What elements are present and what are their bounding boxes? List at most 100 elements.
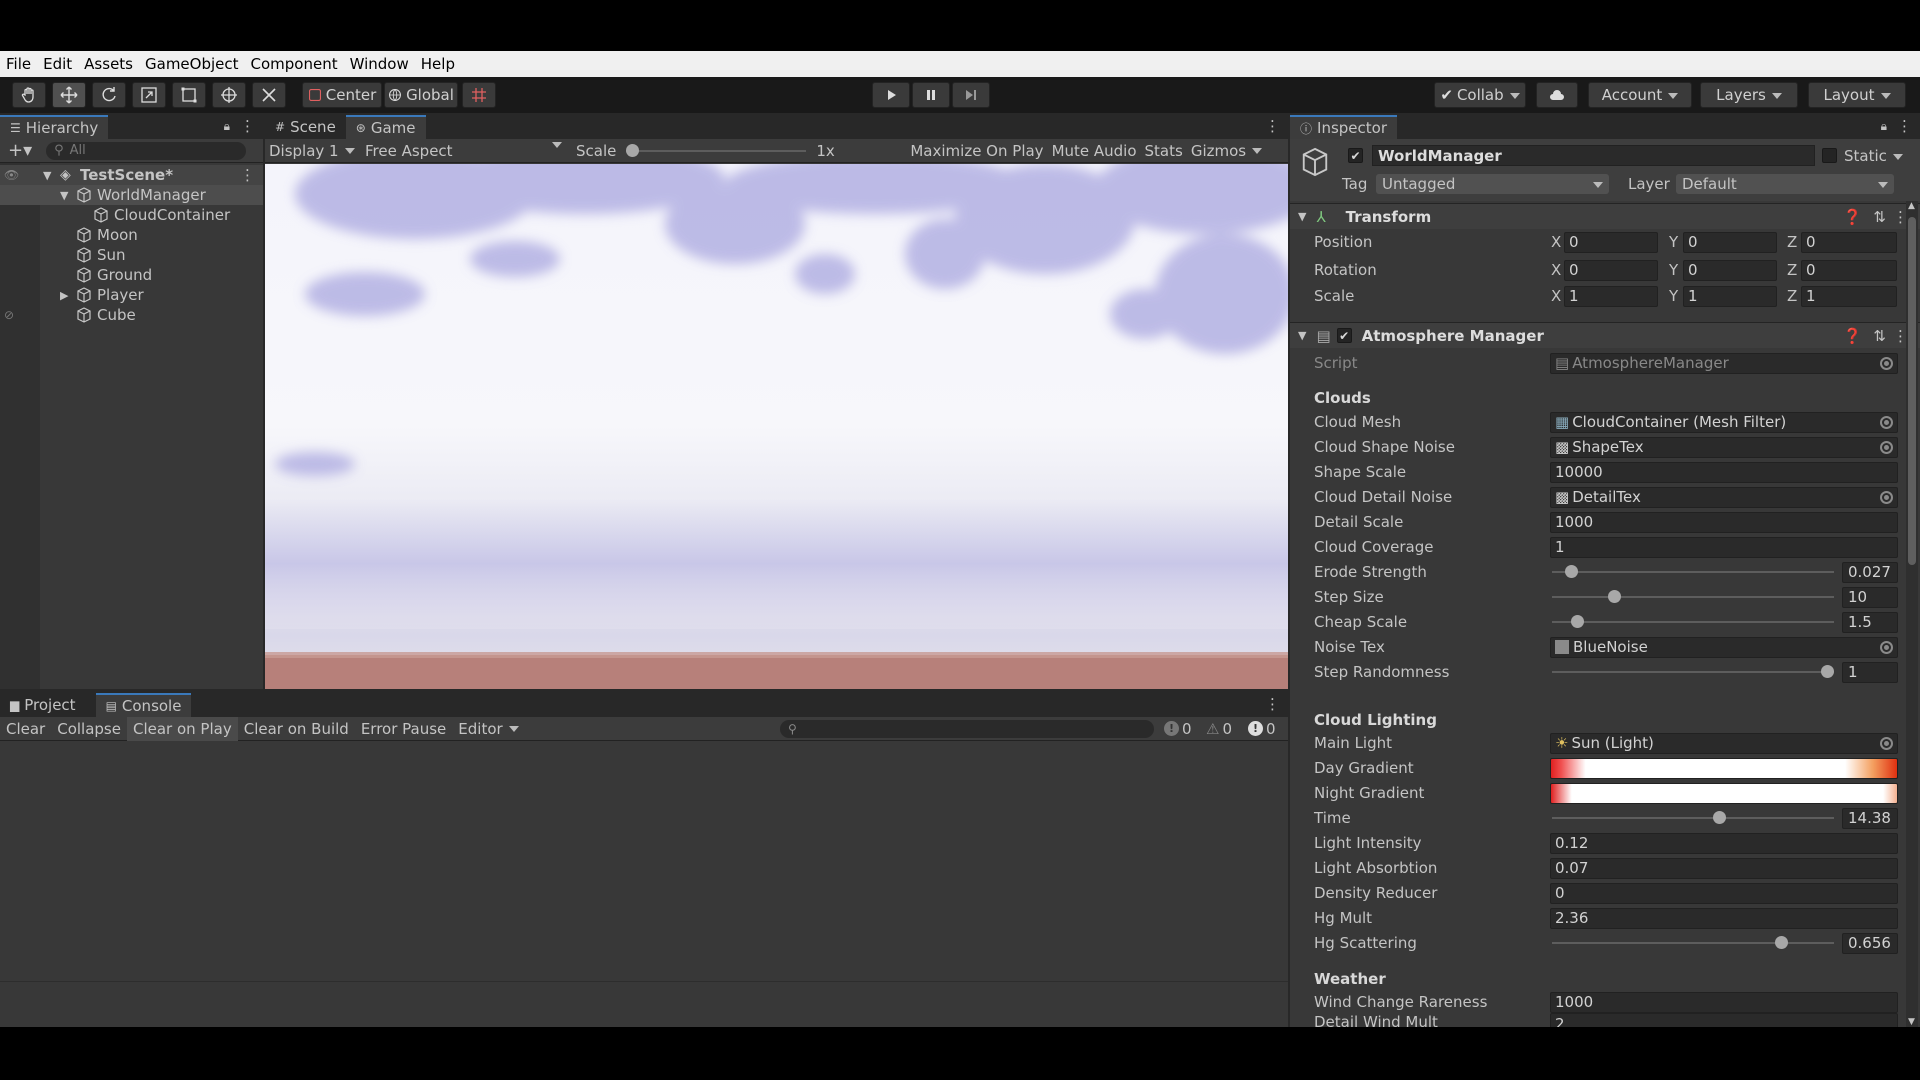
more-icon[interactable]: ⋮	[1265, 695, 1280, 713]
add-icon[interactable]: +▾	[8, 140, 32, 161]
object-picker-icon[interactable]	[1880, 490, 1893, 504]
component-enabled-checkbox[interactable]: ✔	[1336, 328, 1352, 343]
active-checkbox[interactable]: ✔	[1348, 148, 1363, 163]
pause-button[interactable]	[912, 82, 950, 108]
density-reducer-field[interactable]: 0	[1550, 882, 1898, 904]
info-count-toggle[interactable]: ! 0	[1164, 720, 1192, 738]
foldout-closed-icon[interactable]: ▶	[60, 289, 68, 302]
pivot-mode-button[interactable]: Center	[302, 82, 382, 108]
static-dropdown[interactable]: Static	[1844, 147, 1903, 165]
preset-icon[interactable]: ⇅	[1873, 208, 1886, 226]
more-icon[interactable]: ⋮	[1265, 117, 1280, 135]
more-icon[interactable]: ⋮	[1897, 117, 1912, 135]
custom-tool-button[interactable]	[252, 82, 286, 108]
menu-assets[interactable]: Assets	[78, 55, 139, 73]
gizmos-dropdown[interactable]: Gizmos	[1187, 142, 1266, 160]
static-checkbox[interactable]	[1822, 148, 1837, 163]
aspect-dropdown[interactable]: Free Aspect	[361, 142, 566, 160]
collab-dropdown[interactable]: ✔ Collab	[1434, 82, 1526, 108]
foldout-open-icon[interactable]: ▼	[43, 169, 51, 182]
menu-help[interactable]: Help	[415, 55, 461, 73]
day-gradient-field[interactable]	[1550, 757, 1898, 779]
time-field[interactable]: 14.38	[1842, 807, 1898, 829]
slider-thumb[interactable]	[1570, 615, 1584, 628]
light-absorption-field[interactable]: 0.07	[1550, 857, 1898, 879]
layer-dropdown[interactable]: Default	[1676, 174, 1894, 194]
object-picker-icon[interactable]	[1880, 640, 1893, 654]
object-picker-icon[interactable]	[1880, 415, 1893, 429]
help-icon[interactable]: ❓	[1843, 208, 1862, 226]
error-pause-toggle[interactable]: Error Pause	[355, 717, 452, 741]
menu-window[interactable]: Window	[344, 55, 415, 73]
clear-on-build-toggle[interactable]: Clear on Build	[238, 717, 355, 741]
hg-scattering-slider[interactable]	[1552, 933, 1834, 953]
grid-snap-button[interactable]	[462, 82, 496, 108]
inspector-scrollbar[interactable]: ▲ ▼	[1906, 201, 1918, 1027]
mute-toggle[interactable]: Mute Audio	[1048, 142, 1141, 160]
scale-x-field[interactable]: 1	[1564, 285, 1658, 307]
pivot-space-button[interactable]: Global	[384, 82, 458, 108]
step-size-field[interactable]: 10	[1842, 586, 1898, 608]
hierarchy-item-player[interactable]: ▶ Player	[0, 285, 263, 305]
cloud-button[interactable]	[1536, 82, 1578, 108]
rotation-z-field[interactable]: 0	[1801, 259, 1897, 281]
layout-dropdown[interactable]: Layout	[1808, 82, 1906, 108]
hierarchy-search[interactable]: ⚲ All	[46, 141, 247, 160]
foldout-open-icon[interactable]: ▼	[1298, 329, 1306, 342]
step-size-slider[interactable]	[1552, 587, 1834, 607]
rotation-y-field[interactable]: 0	[1683, 259, 1777, 281]
lock-icon[interactable]: 🔒︎	[224, 119, 230, 134]
cheap-scale-slider[interactable]	[1552, 612, 1834, 632]
slider-thumb[interactable]	[1608, 590, 1622, 603]
slider-thumb[interactable]	[1713, 811, 1727, 824]
step-randomness-field[interactable]: 1	[1842, 661, 1898, 683]
step-randomness-slider[interactable]	[1552, 662, 1834, 682]
maximize-toggle[interactable]: Maximize On Play	[906, 142, 1047, 160]
clear-on-play-toggle[interactable]: Clear on Play	[126, 716, 238, 741]
menu-component[interactable]: Component	[245, 55, 344, 73]
collapse-toggle[interactable]: Collapse	[51, 717, 127, 741]
scale-z-field[interactable]: 1	[1801, 285, 1897, 307]
scrollbar-thumb[interactable]	[1908, 217, 1916, 565]
wind-change-rareness-field[interactable]: 1000	[1550, 991, 1898, 1013]
atmosphere-manager-header[interactable]: ▼ ▤ ✔ Atmosphere Manager ❓ ⇅ ⋮	[1290, 322, 1920, 348]
more-icon[interactable]: ⋮	[240, 117, 255, 135]
transform-tool-button[interactable]	[212, 82, 246, 108]
clear-button[interactable]: Clear	[0, 717, 51, 741]
erode-strength-slider[interactable]	[1552, 562, 1834, 582]
hierarchy-item-cloudcontainer[interactable]: CloudContainer	[0, 205, 263, 225]
menu-edit[interactable]: Edit	[37, 55, 78, 73]
object-picker-icon[interactable]	[1880, 736, 1893, 750]
hierarchy-item-sun[interactable]: Sun	[0, 245, 263, 265]
rotation-x-field[interactable]: 0	[1564, 259, 1658, 281]
rect-tool-button[interactable]	[172, 82, 206, 108]
slider-thumb[interactable]	[1775, 936, 1789, 949]
preset-icon[interactable]: ⇅	[1873, 327, 1886, 345]
warning-count-toggle[interactable]: ⚠ 0	[1206, 720, 1232, 738]
tab-scene[interactable]: # Scene	[265, 115, 346, 139]
rotate-tool-button[interactable]	[92, 82, 126, 108]
main-light-field[interactable]: ☀ Sun (Light)	[1550, 732, 1898, 754]
position-y-field[interactable]: 0	[1683, 231, 1777, 253]
hg-scattering-field[interactable]: 0.656	[1842, 932, 1898, 954]
position-x-field[interactable]: 0	[1564, 231, 1658, 253]
error-count-toggle[interactable]: ! 0	[1248, 720, 1276, 738]
hg-mult-field[interactable]: 2.36	[1550, 907, 1898, 929]
hand-tool-button[interactable]	[12, 82, 46, 108]
object-picker-icon[interactable]	[1880, 440, 1893, 454]
eye-icon[interactable]: 👁︎	[4, 168, 19, 182]
account-dropdown[interactable]: Account	[1588, 82, 1692, 108]
shape-scale-field[interactable]: 10000	[1550, 461, 1898, 483]
scroll-down-icon[interactable]: ▼	[1908, 1017, 1915, 1027]
foldout-open-icon[interactable]: ▼	[60, 189, 68, 202]
scale-tool-button[interactable]	[132, 82, 166, 108]
scroll-up-icon[interactable]: ▲	[1908, 201, 1915, 211]
tag-dropdown[interactable]: Untagged	[1376, 174, 1609, 194]
cloud-shape-noise-field[interactable]: ▩ ShapeTex	[1550, 436, 1898, 458]
lock-icon[interactable]: 🔒︎	[1881, 119, 1887, 134]
noise-tex-field[interactable]: BlueNoise	[1550, 636, 1898, 658]
time-slider[interactable]	[1552, 808, 1834, 828]
detail-wind-mult-field[interactable]: 2	[1550, 1013, 1898, 1027]
tab-project[interactable]: ▆ Project	[0, 693, 86, 717]
console-search[interactable]: ⚲	[780, 719, 1154, 738]
